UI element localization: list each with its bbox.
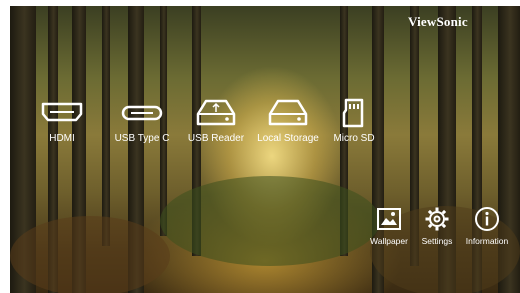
tool-label: Information: [465, 236, 509, 246]
source-local-storage[interactable]: Local Storage: [252, 98, 324, 158]
tool-wallpaper[interactable]: Wallpaper: [362, 206, 416, 254]
info-icon: [460, 206, 514, 232]
source-micro-sd[interactable]: Micro SD: [318, 98, 390, 158]
gear-icon: [410, 206, 464, 232]
source-label: Micro SD: [333, 133, 375, 144]
usb-reader-icon: [180, 98, 252, 128]
source-usb-reader[interactable]: USB Reader: [180, 98, 252, 158]
tool-information[interactable]: Information: [460, 206, 514, 254]
source-label: USB Type C: [114, 133, 170, 144]
tool-label: Wallpaper: [370, 236, 408, 246]
source-label: Local Storage: [257, 133, 319, 144]
tool-settings[interactable]: Settings: [410, 206, 464, 254]
wallpaper-icon: [362, 206, 416, 232]
local-storage-icon: [252, 98, 324, 128]
source-hdmi[interactable]: HDMI: [26, 98, 98, 158]
home-screen: ViewSonic HDMI USB Type C USB Reader Loc…: [10, 6, 520, 293]
source-label: USB Reader: [187, 133, 245, 144]
source-label: HDMI: [49, 133, 75, 144]
micro-sd-icon: [318, 98, 390, 128]
source-usb-type-c[interactable]: USB Type C: [106, 98, 178, 158]
usb-type-c-icon: [106, 98, 178, 128]
tool-label: Settings: [421, 236, 453, 246]
viewsonic-logo: ViewSonic: [408, 14, 468, 29]
hdmi-icon: [26, 98, 98, 128]
